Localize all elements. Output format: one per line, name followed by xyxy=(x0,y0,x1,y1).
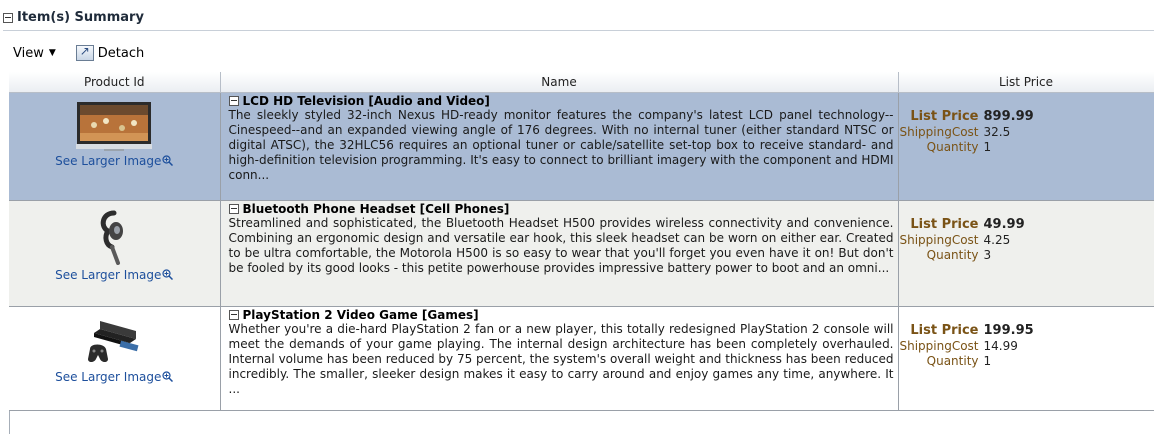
panel-title: Item(s) Summary xyxy=(17,10,144,25)
see-larger-image-link[interactable]: See Larger Image xyxy=(55,267,174,282)
zoom-icon xyxy=(162,371,174,382)
list-price-label: List Price xyxy=(910,108,979,124)
column-header-list-price[interactable]: List Price xyxy=(898,72,1154,93)
detach-icon xyxy=(75,44,94,61)
shipping-cost-label: ShippingCost xyxy=(899,124,979,139)
see-larger-image-link[interactable]: See Larger Image xyxy=(55,153,174,168)
shipping-cost-label: ShippingCost xyxy=(899,338,979,353)
product-id-cell: See Larger Image xyxy=(9,200,221,307)
item-description: Whether you're a die-hard PlayStation 2 … xyxy=(228,321,894,396)
list-price-value: 49.99 xyxy=(983,216,1025,232)
name-cell: Bluetooth Phone Headset [Cell Phones] St… xyxy=(220,200,899,307)
price-cell: List Price 899.99 ShippingCost 32.5 Quan… xyxy=(898,92,1154,201)
collapse-icon[interactable] xyxy=(228,95,239,106)
quantity-label: Quantity xyxy=(926,247,979,262)
see-larger-image-link[interactable]: See Larger Image xyxy=(55,369,174,384)
caret-down-icon: ▼ xyxy=(48,48,56,58)
shipping-cost-value: 32.5 xyxy=(983,124,1011,139)
column-header-product-id[interactable]: Product Id xyxy=(9,72,221,93)
detach-button[interactable]: Detach xyxy=(75,44,145,61)
price-cell: List Price 199.95 ShippingCost 14.99 Qua… xyxy=(898,306,1154,411)
item-title: PlayStation 2 Video Game [Games] xyxy=(228,307,894,322)
item-description: The sleekly styled 32-inch Nexus HD-read… xyxy=(228,107,894,182)
view-menu-button[interactable]: View ▼ xyxy=(13,46,56,61)
list-price-value: 199.95 xyxy=(983,322,1034,338)
name-cell: LCD HD Television [Audio and Video] The … xyxy=(220,92,899,201)
product-id-cell: See Larger Image xyxy=(9,92,221,201)
shipping-cost-label: ShippingCost xyxy=(899,232,979,247)
collapse-icon[interactable] xyxy=(228,203,239,214)
list-price-label: List Price xyxy=(910,322,979,338)
collapse-icon[interactable] xyxy=(228,309,239,320)
detach-label: Detach xyxy=(97,45,145,61)
see-larger-image-label: See Larger Image xyxy=(55,369,162,384)
item-title: Bluetooth Phone Headset [Cell Phones] xyxy=(228,201,894,216)
quantity-value: 3 xyxy=(983,247,992,262)
column-header-name[interactable]: Name xyxy=(220,72,899,93)
item-title-text: PlayStation 2 Video Game [Games] xyxy=(242,307,479,322)
table-row[interactable]: See Larger Image PlayStation 2 Video Gam… xyxy=(9,306,1154,411)
quantity-label: Quantity xyxy=(926,353,979,368)
item-summary-panel: Item(s) Summary View ▼ Detach Product Id… xyxy=(0,0,1154,434)
see-larger-image-label: See Larger Image xyxy=(55,153,162,168)
view-label: View xyxy=(13,45,44,61)
quantity-value: 1 xyxy=(983,353,992,368)
quantity-value: 1 xyxy=(983,139,992,154)
shipping-cost-value: 4.25 xyxy=(983,232,1011,247)
collapse-icon[interactable] xyxy=(3,12,13,23)
name-cell: PlayStation 2 Video Game [Games] Whether… xyxy=(220,306,899,411)
product-id-cell: See Larger Image xyxy=(9,306,221,411)
panel-header: Item(s) Summary xyxy=(3,5,1154,31)
tv-image xyxy=(76,101,153,151)
item-title-text: LCD HD Television [Audio and Video] xyxy=(242,93,490,108)
shipping-cost-value: 14.99 xyxy=(983,338,1018,353)
table-row[interactable]: See Larger Image Bluetooth Phone Headset… xyxy=(9,200,1154,307)
list-price-value: 899.99 xyxy=(983,108,1034,124)
price-cell: List Price 49.99 ShippingCost 4.25 Quant… xyxy=(898,200,1154,307)
item-title: LCD HD Television [Audio and Video] xyxy=(228,93,894,108)
quantity-label: Quantity xyxy=(926,139,979,154)
zoom-icon xyxy=(162,155,174,166)
console-image xyxy=(88,320,139,362)
toolbar: View ▼ Detach xyxy=(13,43,144,63)
headset-image xyxy=(100,210,124,265)
zoom-icon xyxy=(162,269,174,280)
list-price-label: List Price xyxy=(910,216,979,232)
item-description: Streamlined and sophisticated, the Bluet… xyxy=(228,215,894,275)
item-title-text: Bluetooth Phone Headset [Cell Phones] xyxy=(242,201,510,216)
items-table: Product Id Name List Price See Larger Im… xyxy=(9,72,1154,411)
table-row[interactable]: See Larger Image LCD HD Television [Audi… xyxy=(9,92,1154,201)
see-larger-image-label: See Larger Image xyxy=(55,267,162,282)
